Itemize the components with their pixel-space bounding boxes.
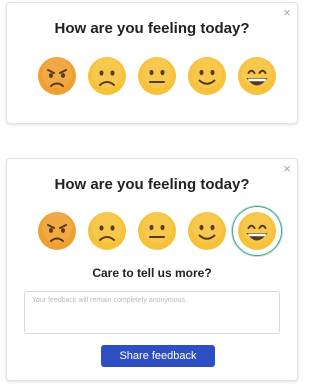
angry-face-icon[interactable]: [37, 211, 77, 251]
angry-face-icon[interactable]: [37, 56, 77, 96]
close-icon[interactable]: ×: [281, 162, 293, 175]
emoji-rating-row: [37, 206, 282, 256]
survey-title: How are you feeling today?: [54, 176, 250, 193]
mood-survey-card-expanded: × How are you feeling today? Care to tel…: [6, 158, 298, 381]
emoji-rating-row: [37, 56, 277, 96]
followup-title: Care to tell us more?: [92, 266, 212, 280]
feedback-textarea[interactable]: [24, 291, 280, 334]
slightly-smiling-face-icon[interactable]: [187, 56, 227, 96]
frowning-face-icon[interactable]: [87, 56, 127, 96]
share-feedback-button[interactable]: Share feedback: [101, 345, 215, 367]
mood-survey-card: × How are you feeling today?: [6, 2, 298, 124]
neutral-face-icon[interactable]: [137, 56, 177, 96]
close-icon[interactable]: ×: [281, 6, 293, 19]
frowning-face-icon[interactable]: [87, 211, 127, 251]
neutral-face-icon[interactable]: [137, 211, 177, 251]
survey-title: How are you feeling today?: [54, 20, 250, 37]
grinning-face-icon[interactable]: [232, 206, 282, 256]
grinning-face-icon[interactable]: [237, 56, 277, 96]
slightly-smiling-face-icon[interactable]: [187, 211, 227, 251]
